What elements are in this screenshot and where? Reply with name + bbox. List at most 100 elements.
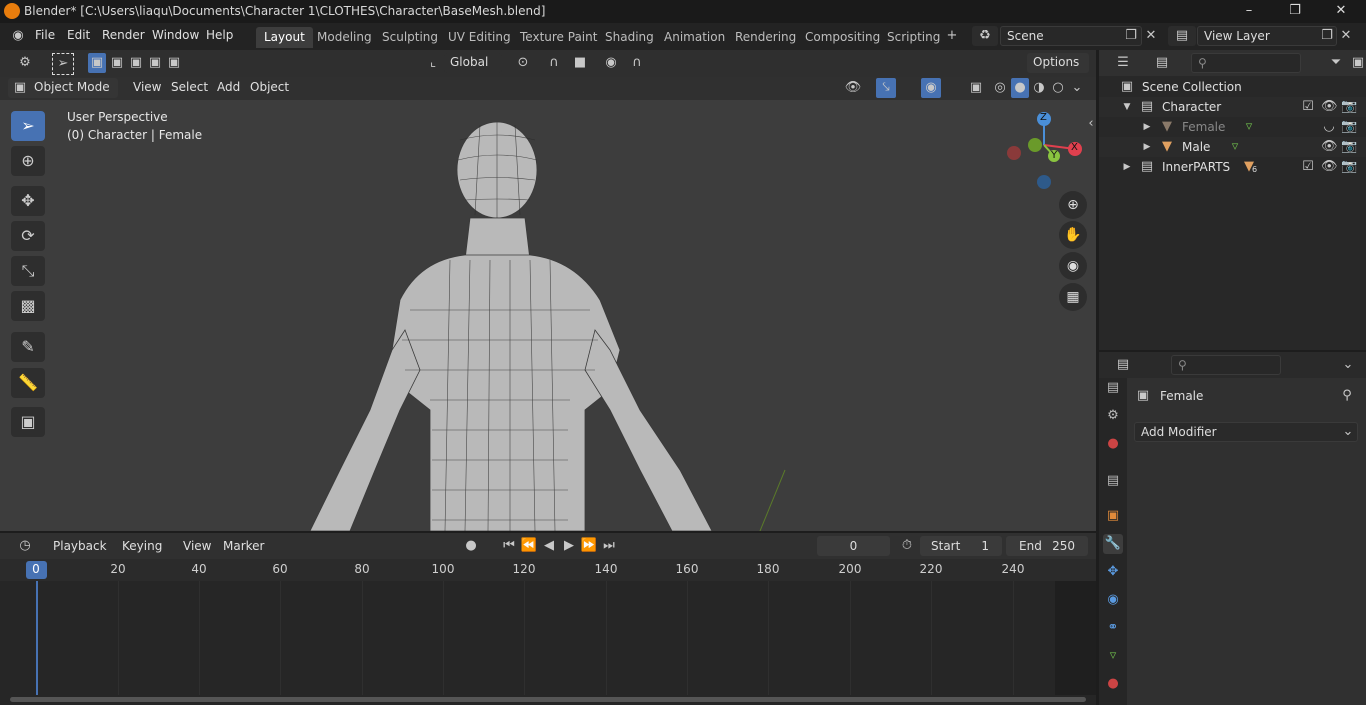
visibility-eye-icon[interactable]: 👁 xyxy=(1321,137,1338,157)
constraints-tab-icon[interactable]: ⚭ xyxy=(1103,618,1123,638)
options-dropdown[interactable]: Options xyxy=(1027,53,1089,73)
menu-render[interactable]: Render xyxy=(102,28,145,42)
maximize-button[interactable]: ❐ xyxy=(1272,0,1318,23)
rotate-tool[interactable]: ⟳ xyxy=(11,221,45,251)
delete-view-layer-icon[interactable]: ✕ xyxy=(1338,26,1354,46)
material-shading-icon[interactable]: ◑ xyxy=(1030,78,1048,98)
move-tool[interactable]: ✥ xyxy=(11,186,45,216)
rendered-shading-icon[interactable]: ○ xyxy=(1049,78,1067,98)
object-tab-icon[interactable]: ▣ xyxy=(1103,506,1123,526)
tool-tab-icon[interactable]: ▤ xyxy=(1103,378,1123,398)
viewport-menu-view[interactable]: View xyxy=(133,80,161,94)
select-mode-intersect-icon[interactable]: ▣ xyxy=(165,53,183,73)
properties-options-icon[interactable]: ⌄ xyxy=(1339,355,1357,375)
tab-shading[interactable]: Shading xyxy=(597,27,662,48)
timeline-menu-view[interactable]: View xyxy=(183,539,211,553)
timeline-menu-keying[interactable]: Keying xyxy=(122,539,162,553)
select-tool-icon[interactable]: ➢ xyxy=(52,53,74,75)
timeline-menu-marker[interactable]: Marker xyxy=(223,539,264,553)
xray-icon[interactable]: ▣ xyxy=(966,78,986,98)
exclude-checkbox[interactable]: ☑ xyxy=(1301,97,1315,117)
particles-tab-icon[interactable]: ✥ xyxy=(1103,562,1123,582)
menu-file[interactable]: File xyxy=(35,28,55,42)
next-keyframe-icon[interactable]: ⏩ xyxy=(580,536,598,556)
orientation-dropdown[interactable]: Global xyxy=(444,53,502,73)
annotate-tool[interactable]: ✎ xyxy=(11,332,45,362)
visibility-eye-icon[interactable]: 👁 xyxy=(1321,157,1338,177)
menu-edit[interactable]: Edit xyxy=(67,28,90,42)
outliner-search[interactable]: ⚲ xyxy=(1191,53,1301,73)
timeline-menu-playback[interactable]: Playback xyxy=(53,539,107,553)
autokey-icon[interactable]: ● xyxy=(454,536,488,556)
visibility-filter-icon[interactable]: 👁 xyxy=(838,78,868,98)
solid-shading-icon[interactable]: ● xyxy=(1011,78,1029,98)
wireframe-shading-icon[interactable]: ◎ xyxy=(991,78,1009,98)
end-frame-field[interactable]: End 250 xyxy=(1006,536,1088,556)
measure-tool[interactable]: 📏 xyxy=(11,368,45,398)
viewport-menu-object[interactable]: Object xyxy=(250,80,289,94)
tab-sculpting[interactable]: Sculpting xyxy=(374,27,446,48)
filter-icon[interactable]: ⏷ xyxy=(1321,53,1351,73)
gizmo-toggle-icon[interactable]: ⤥ xyxy=(876,78,896,98)
outliner-row-scene-collection[interactable]: ▣ Scene Collection xyxy=(1099,77,1366,97)
close-button[interactable]: ✕ xyxy=(1318,0,1364,23)
tab-compositing[interactable]: Compositing xyxy=(797,27,888,48)
outliner-row-character[interactable]: ▼ ▤ Character ☑ 👁 📷 xyxy=(1099,97,1366,117)
outliner-row-male[interactable]: ▶ ▼ Male ▿ 👁 📷 xyxy=(1099,137,1366,157)
outliner-editor-icon[interactable]: ☰ xyxy=(1109,53,1137,73)
shading-options-icon[interactable]: ⌄ xyxy=(1069,78,1085,98)
play-reverse-icon[interactable]: ◀ xyxy=(540,536,558,556)
tab-animation[interactable]: Animation xyxy=(656,27,733,48)
render-camera-icon[interactable]: 📷 xyxy=(1341,97,1357,117)
render-tab-icon[interactable]: ⚙ xyxy=(1103,406,1123,426)
transform-tool[interactable]: ▩ xyxy=(11,291,45,321)
render-camera-icon[interactable]: 📷 xyxy=(1341,137,1357,157)
proportional-edit-icon[interactable]: ◉ xyxy=(602,53,620,73)
modifier-tab-icon[interactable]: 🔧 xyxy=(1103,534,1123,554)
snap-icon[interactable]: ∩ xyxy=(545,53,563,73)
select-mode-new-icon[interactable]: ▣ xyxy=(88,53,106,73)
scale-tool[interactable]: ⤡ xyxy=(11,256,45,286)
jump-start-icon[interactable]: ⏮ xyxy=(500,536,518,556)
cursor-tool[interactable]: ⊕ xyxy=(11,146,45,176)
play-icon[interactable]: ▶ xyxy=(560,536,578,556)
scene-icon[interactable]: ♻ xyxy=(972,26,998,46)
expand-arrow-icon[interactable]: ▼ xyxy=(1121,97,1133,117)
add-workspace-icon[interactable]: + xyxy=(943,26,961,46)
tab-scripting[interactable]: Scripting xyxy=(879,27,948,48)
falloff-icon[interactable]: ∩ xyxy=(622,53,652,73)
data-tab-icon[interactable]: ▿ xyxy=(1103,646,1123,666)
select-mode-extend-icon[interactable]: ▣ xyxy=(108,53,126,73)
pin-icon[interactable]: ⚲ xyxy=(1339,386,1355,406)
select-mode-invert-icon[interactable]: ▣ xyxy=(146,53,164,73)
physics-tab-icon[interactable]: ◉ xyxy=(1103,590,1123,610)
current-frame-field[interactable]: 0 xyxy=(817,536,890,556)
pan-hand-icon[interactable]: ✋ xyxy=(1059,221,1087,249)
add-cube-tool[interactable]: ▣ xyxy=(11,407,45,437)
delete-scene-icon[interactable]: ✕ xyxy=(1143,26,1159,46)
view-layer-icon[interactable]: ▤ xyxy=(1168,26,1196,46)
select-box-tool[interactable]: ➢ xyxy=(11,111,45,141)
hidden-eye-icon[interactable]: ◡ xyxy=(1321,117,1337,137)
viewport-menu-add[interactable]: Add xyxy=(217,80,240,94)
material-tab-icon[interactable]: ● xyxy=(1103,674,1123,694)
select-mode-subtract-icon[interactable]: ▣ xyxy=(127,53,145,73)
outliner-row-female[interactable]: ▶ ▼ Female ▿ ◡ 📷 xyxy=(1099,117,1366,137)
render-camera-icon[interactable]: 📷 xyxy=(1341,157,1357,177)
tab-rendering[interactable]: Rendering xyxy=(727,27,804,48)
properties-search[interactable]: ⚲ xyxy=(1171,355,1281,375)
pivot-icon[interactable]: ⊙ xyxy=(508,53,538,73)
tab-layout[interactable]: Layout xyxy=(256,27,313,48)
overlay-toggle-icon[interactable]: ◉ xyxy=(921,78,941,98)
start-frame-field[interactable]: Start 1 xyxy=(920,536,1002,556)
blender-menu-icon[interactable]: ◉ xyxy=(8,26,28,46)
camera-view-icon[interactable]: ◉ xyxy=(1059,252,1087,280)
render-camera-icon[interactable]: 📷 xyxy=(1341,117,1357,137)
prev-keyframe-icon[interactable]: ⏪ xyxy=(520,536,538,556)
view-layer-field[interactable]: View Layer xyxy=(1197,26,1337,46)
ortho-grid-icon[interactable]: ▦ xyxy=(1059,283,1087,311)
expand-arrow-icon[interactable]: ▶ xyxy=(1121,157,1133,177)
timeline-ruler[interactable]: 0 20 40 60 80 100 120 140 160 180 200 22… xyxy=(0,559,1096,581)
visibility-eye-icon[interactable]: 👁 xyxy=(1321,97,1338,117)
tab-uv-editing[interactable]: UV Editing xyxy=(440,27,519,48)
